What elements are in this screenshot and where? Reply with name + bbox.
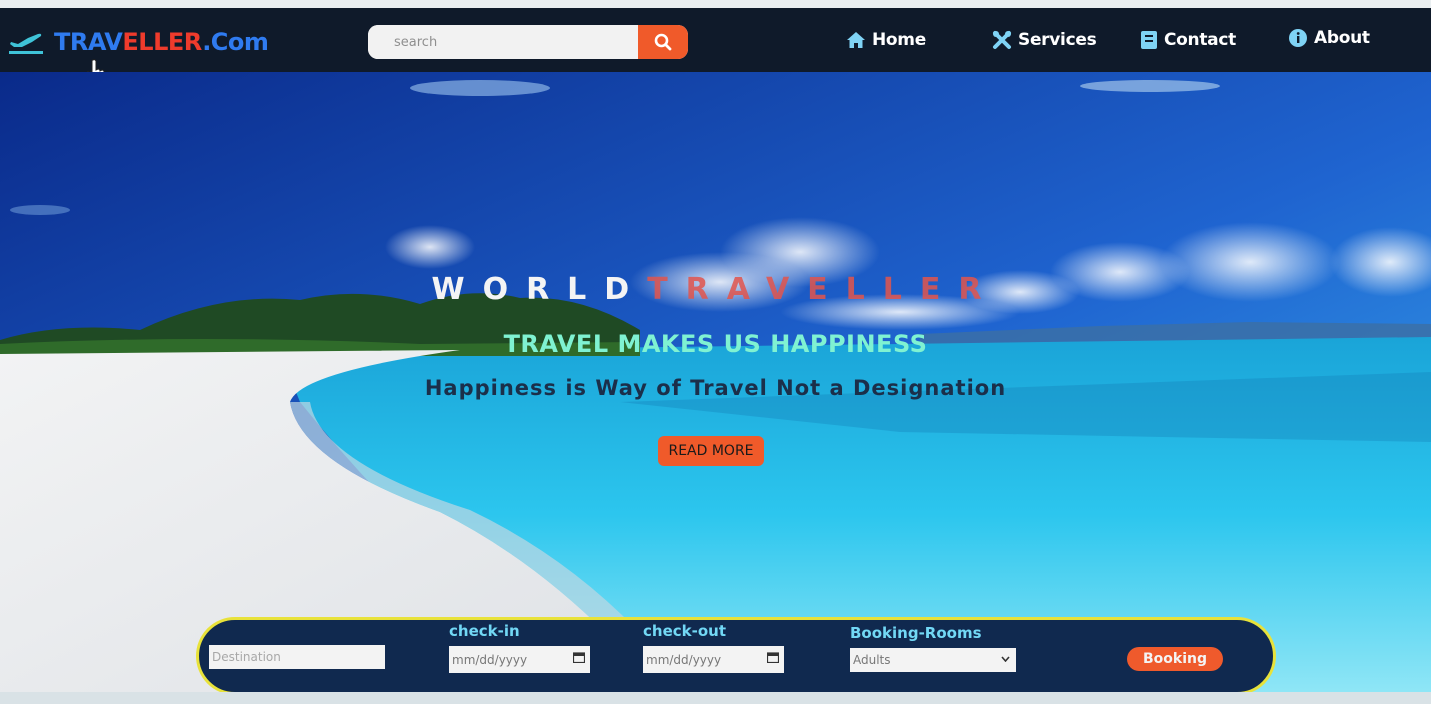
calendar-icon — [573, 652, 585, 663]
brand-logo[interactable]: TRAVELLER.Com — [8, 28, 269, 56]
checkin-date-value: mm/dd/yyyy — [452, 652, 528, 667]
search-icon — [654, 33, 672, 51]
nav-home-label: Home — [872, 30, 926, 50]
destination-placeholder: Destination — [212, 650, 281, 664]
rooms-select-value: Adults — [853, 653, 891, 667]
info-icon — [1289, 29, 1307, 47]
screen-bottom-edge — [0, 692, 1431, 704]
calendar-icon — [767, 652, 779, 663]
brand-name: TRAVELLER.Com — [54, 28, 269, 56]
checkout-date-value: mm/dd/yyyy — [646, 652, 722, 667]
rooms-select[interactable]: Adults — [850, 648, 1016, 672]
navbar: TRAVELLER.Com Home Services Contact — [0, 8, 1431, 72]
booking-button[interactable]: Booking — [1127, 647, 1223, 671]
hero-section: WORLDTRAVELLER TRAVEL MAKES US HAPPINESS… — [0, 72, 1431, 692]
booking-rooms-label: Booking-Rooms — [850, 624, 982, 642]
checkin-label: check-in — [449, 622, 520, 640]
contact-book-icon — [1141, 31, 1157, 49]
tools-icon — [993, 31, 1011, 49]
nav-about[interactable]: About — [1288, 26, 1370, 50]
hero-tagline: TRAVEL MAKES US HAPPINESS — [503, 330, 928, 358]
hero-title: WORLDTRAVELLER — [431, 272, 1000, 307]
checkout-label: check-out — [643, 622, 726, 640]
nav-contact[interactable]: Contact — [1140, 28, 1236, 52]
nav-home[interactable]: Home — [846, 28, 926, 52]
nav-about-label: About — [1314, 28, 1370, 48]
search-button[interactable] — [638, 25, 688, 59]
search-input[interactable] — [368, 25, 639, 59]
nav-services[interactable]: Services — [992, 28, 1097, 52]
checkout-date-input[interactable]: mm/dd/yyyy — [643, 646, 784, 673]
booking-bar: Destination check-in mm/dd/yyyy check-ou… — [196, 617, 1276, 695]
nav-contact-label: Contact — [1164, 30, 1236, 50]
screen-top-edge — [0, 0, 1431, 8]
destination-field[interactable]: Destination — [209, 645, 385, 669]
search-bar — [368, 25, 688, 59]
nav-services-label: Services — [1018, 30, 1097, 50]
checkin-date-input[interactable]: mm/dd/yyyy — [449, 646, 590, 673]
hero-subtitle: Happiness is Way of Travel Not a Designa… — [424, 376, 1007, 400]
chevron-down-icon — [1001, 656, 1010, 662]
airplane-icon — [9, 33, 43, 54]
read-more-button[interactable]: READ MORE — [658, 436, 764, 466]
home-icon — [847, 32, 865, 48]
